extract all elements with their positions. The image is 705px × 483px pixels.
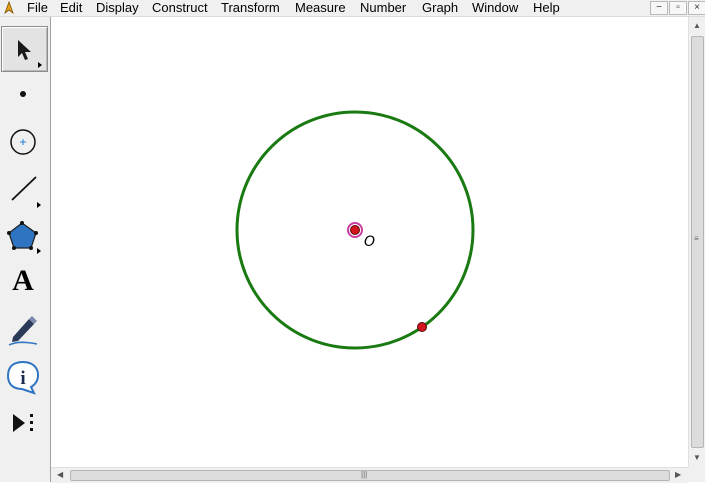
menu-edit[interactable]: Edit [60,0,82,15]
custom-tool[interactable] [1,401,46,445]
menu-display[interactable]: Display [96,0,139,15]
close-button[interactable]: × [688,1,705,15]
scroll-down-arrow-icon[interactable]: ▼ [693,453,701,463]
menu-construct[interactable]: Construct [152,0,208,15]
point-tool[interactable] [1,72,46,116]
scroll-up-arrow-icon[interactable]: ▲ [693,21,701,31]
menu-file[interactable]: File [27,0,48,15]
restore-button[interactable]: ▫ [669,1,687,15]
scroll-right-arrow-icon[interactable]: ▶ [675,470,681,480]
center-point[interactable] [350,225,360,235]
grip-icon: ≡ [694,234,699,243]
svg-text:i: i [20,368,25,389]
line-segment-icon [11,176,41,208]
menu-measure[interactable]: Measure [295,0,346,15]
menu-bar: File Edit Display Construct Transform Me… [0,0,705,17]
vertical-scroll-thumb[interactable]: ≡ [691,36,704,448]
menu-transform[interactable]: Transform [221,0,280,15]
radius-point[interactable] [417,322,427,332]
arrow-select-tool[interactable] [1,26,48,72]
sketch-canvas[interactable]: O [51,17,688,467]
polygon-tool[interactable] [1,213,46,257]
grip-icon: ||| [361,470,368,479]
information-tool[interactable]: i [1,355,46,399]
menu-window[interactable]: Window [472,0,518,15]
point-icon [20,91,26,97]
vertical-scrollbar[interactable]: ▲ ≡ ▼ [688,17,705,467]
marker-tool[interactable] [1,307,46,351]
scrollbar-corner [688,467,705,482]
center-point-label[interactable]: O [364,234,375,250]
straightedge-tool[interactable] [1,167,46,211]
app-icon[interactable] [2,1,16,15]
compass-tool[interactable] [1,120,46,164]
info-icon: i [6,360,40,395]
arrow-icon [18,40,42,68]
horizontal-scroll-thumb[interactable]: ||| [70,470,670,481]
pentagon-icon [7,221,41,254]
menu-help[interactable]: Help [533,0,560,15]
minimize-button[interactable]: − [650,1,668,15]
toolbox: A i [0,17,51,482]
text-icon: A [12,264,34,297]
pen-icon [8,316,38,346]
horizontal-scrollbar[interactable]: ◀ ||| ▶ [51,467,688,483]
text-tool[interactable]: A [1,260,46,304]
play-dots-icon [13,414,33,432]
menu-graph[interactable]: Graph [422,0,458,15]
circle-icon [10,129,36,155]
scroll-left-arrow-icon[interactable]: ◀ [57,470,63,480]
menu-number[interactable]: Number [360,0,406,15]
